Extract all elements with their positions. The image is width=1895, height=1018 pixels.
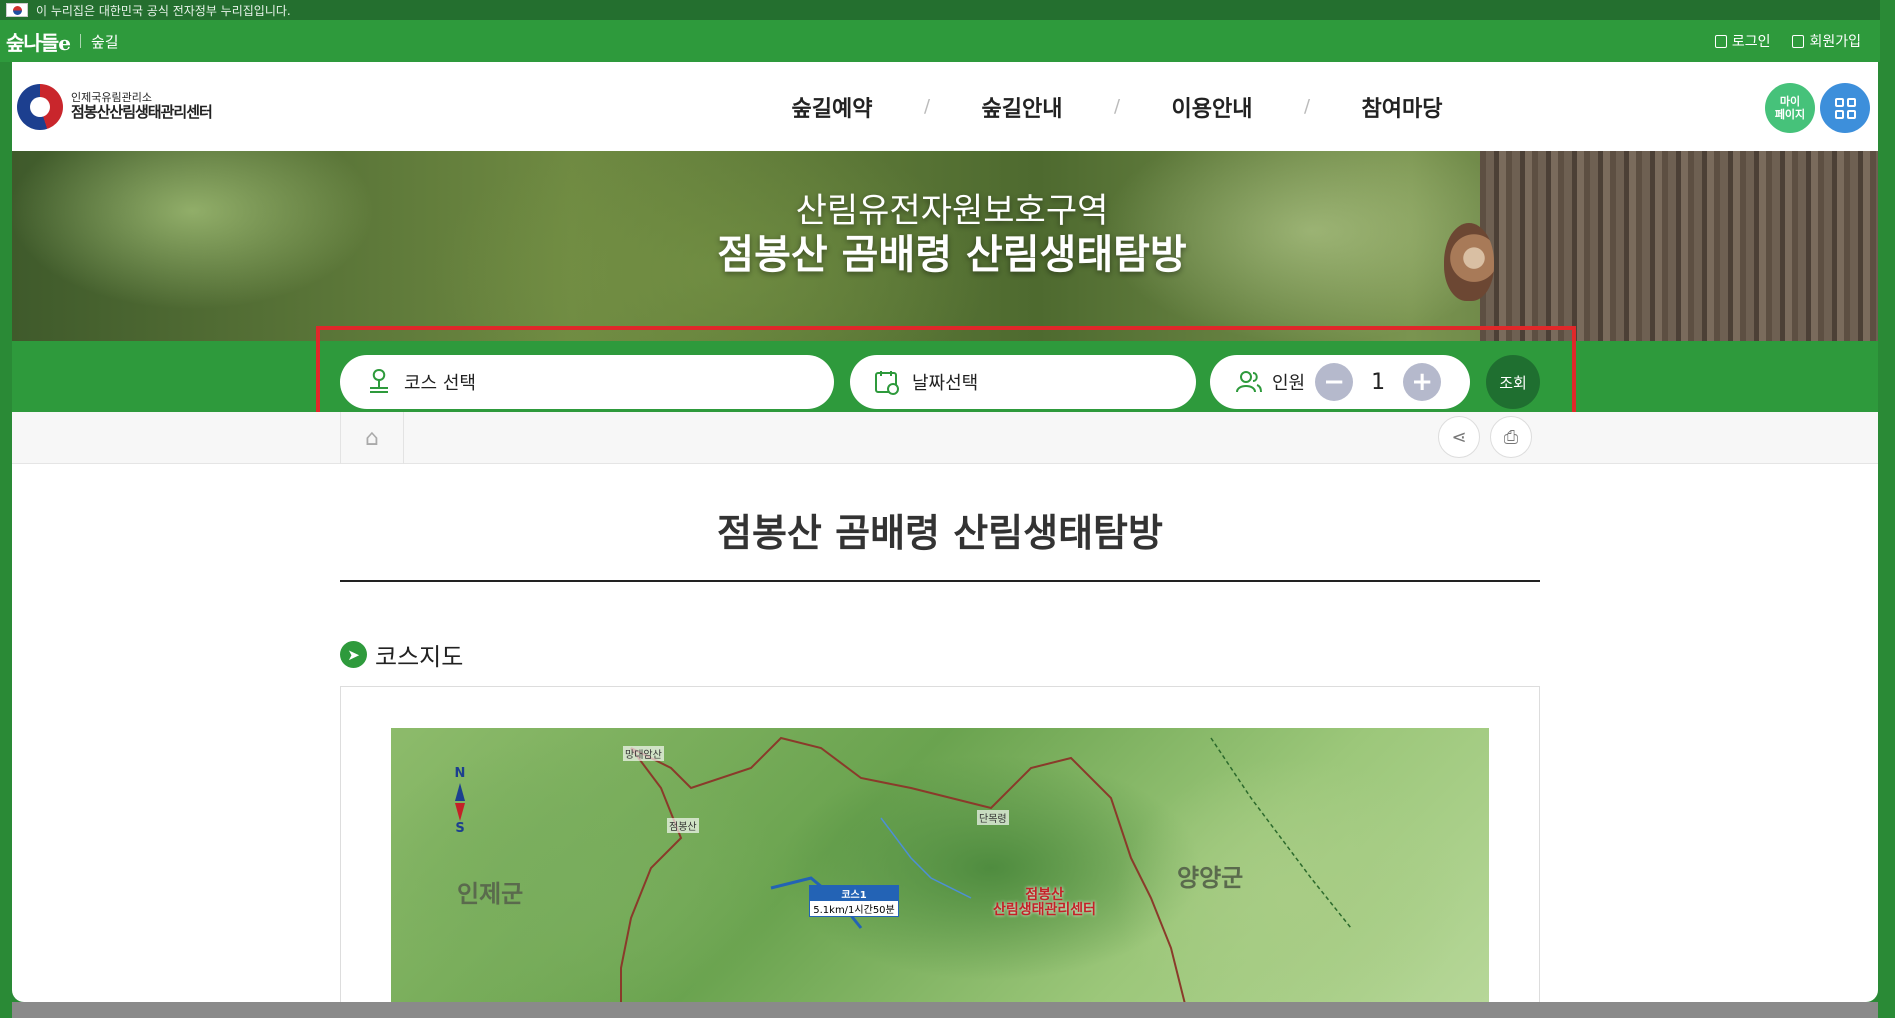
hero-title: 산림유전자원보호구역 점봉산 곰배령 산림생태탐방 bbox=[12, 191, 1878, 278]
people-count: 1 bbox=[1371, 369, 1386, 395]
region-inje: 인제군 bbox=[457, 880, 524, 908]
date-select-label: 날짜선택 bbox=[912, 373, 979, 394]
section-title: 코스지도 bbox=[375, 643, 464, 671]
signup-link[interactable]: 회원가입 bbox=[1792, 31, 1861, 51]
map-boundary-lines bbox=[620, 736, 1352, 1002]
org-name: 점봉산산림생태관리센터 bbox=[71, 103, 213, 122]
login-link[interactable]: 로그인 bbox=[1714, 31, 1771, 51]
government-emblem-icon bbox=[17, 83, 63, 130]
course-select-label: 코스 선택 bbox=[404, 373, 476, 394]
grid-menu-icon bbox=[1834, 97, 1856, 119]
nav-community[interactable]: 참여마당 bbox=[1317, 91, 1487, 123]
home-icon[interactable]: ⌂ bbox=[340, 412, 404, 464]
mypage-button[interactable]: 마이 페이지 bbox=[1765, 83, 1815, 133]
login-icon bbox=[1714, 34, 1727, 48]
top-bar: 숲나들e 숲길 로그인 회원가입 bbox=[0, 20, 1895, 62]
brand-logo[interactable]: 숲나들e bbox=[6, 27, 71, 56]
nav-usage-guide[interactable]: 이용안내 bbox=[1127, 91, 1297, 123]
hero-banner: 산림유전자원보호구역 점봉산 곰배령 산림생태탐방 bbox=[12, 151, 1878, 341]
nav-divider: / bbox=[1113, 96, 1121, 117]
course-map-frame: N S 망대암산 점봉산 단목령 코스1 5.1km/1시간50분 점봉산 산림… bbox=[340, 686, 1540, 1002]
course-tag-name: 코스1 bbox=[810, 886, 898, 901]
compass-icon: N S bbox=[454, 766, 466, 836]
peak-mangdaeam: 망대암산 bbox=[623, 746, 664, 761]
org-logo[interactable]: 인제국유림관리소 점봉산산림생태관리센터 bbox=[12, 83, 213, 130]
peak-jeombongsan: 점봉산 bbox=[667, 818, 699, 833]
main-nav: 숲길예약 / 숲길안내 / 이용안내 / 참여마당 bbox=[747, 62, 1487, 151]
mypage-label: 마이 페이지 bbox=[1774, 94, 1806, 121]
decrease-button[interactable]: − bbox=[1315, 363, 1354, 401]
nav-reservation[interactable]: 숲길예약 bbox=[747, 91, 917, 123]
all-menu-button[interactable] bbox=[1820, 83, 1870, 133]
bottom-edge bbox=[12, 1002, 1878, 1018]
gov-banner: 이 누리집은 대한민국 공식 전자정부 누리집입니다. bbox=[0, 0, 1895, 20]
date-select[interactable]: 날짜선택 bbox=[850, 355, 1196, 409]
gov-banner-text: 이 누리집은 대한민국 공식 전자정부 누리집입니다. bbox=[36, 3, 291, 18]
main-panel: 인제국유림관리소 점봉산산림생태관리센터 숲길예약 / 숲길안내 / 이용안내 … bbox=[12, 62, 1878, 1002]
page-edge bbox=[1880, 0, 1895, 1018]
signup-icon bbox=[1792, 34, 1805, 48]
course-select[interactable]: 코스 선택 bbox=[340, 355, 834, 409]
navigation-arrow-icon: ➤ bbox=[340, 641, 367, 668]
login-label: 로그인 bbox=[1731, 34, 1771, 50]
section-heading: ➤ 코스지도 bbox=[340, 637, 463, 672]
region-yangyang: 양양군 bbox=[1177, 864, 1244, 892]
course-map[interactable]: N S 망대암산 점봉산 단목령 코스1 5.1km/1시간50분 점봉산 산림… bbox=[391, 728, 1489, 1002]
pass-danmokryeong: 단목령 bbox=[977, 810, 1009, 825]
breadcrumb: ⌂ ⋖ ⎙ bbox=[12, 412, 1878, 464]
title-divider bbox=[340, 580, 1540, 582]
share-icon[interactable]: ⋖ bbox=[1438, 416, 1480, 458]
utility-links: 로그인 회원가입 bbox=[1714, 31, 1895, 51]
people-icon bbox=[1236, 371, 1262, 393]
brand-divider bbox=[79, 34, 81, 48]
hero-heading: 점봉산 곰배령 산림생태탐방 bbox=[717, 231, 1187, 278]
page-title: 점봉산 곰배령 산림생태탐방 bbox=[717, 511, 1163, 555]
print-icon[interactable]: ⎙ bbox=[1490, 416, 1532, 458]
brand[interactable]: 숲나들e 숲길 bbox=[0, 27, 119, 56]
brand-sub[interactable]: 숲길 bbox=[91, 31, 119, 52]
hero-subtitle: 산림유전자원보호구역 bbox=[795, 191, 1109, 231]
nav-trail-guide[interactable]: 숲길안내 bbox=[937, 91, 1107, 123]
trail-icon bbox=[370, 368, 388, 393]
course-tag-info: 5.1km/1시간50분 bbox=[813, 905, 895, 916]
center-label: 점봉산 산림생태관리센터 bbox=[993, 887, 1097, 919]
calendar-icon bbox=[875, 371, 899, 395]
signup-label: 회원가입 bbox=[1809, 34, 1861, 50]
nav-divider: / bbox=[1303, 96, 1311, 117]
site-header: 인제국유림관리소 점봉산산림생태관리센터 숲길예약 / 숲길안내 / 이용안내 … bbox=[12, 62, 1878, 151]
korea-flag-icon bbox=[6, 3, 28, 17]
search-button[interactable]: 조회 bbox=[1486, 355, 1540, 409]
people-stepper: 인원 − 1 + bbox=[1210, 355, 1470, 409]
increase-button[interactable]: + bbox=[1403, 363, 1442, 401]
course-tag: 코스1 5.1km/1시간50분 bbox=[809, 885, 899, 917]
nav-divider: / bbox=[923, 96, 931, 117]
people-label: 인원 bbox=[1272, 373, 1306, 394]
reservation-search-bar: 코스 선택 날짜선택 인원 − 1 + 조회 bbox=[12, 326, 1878, 430]
